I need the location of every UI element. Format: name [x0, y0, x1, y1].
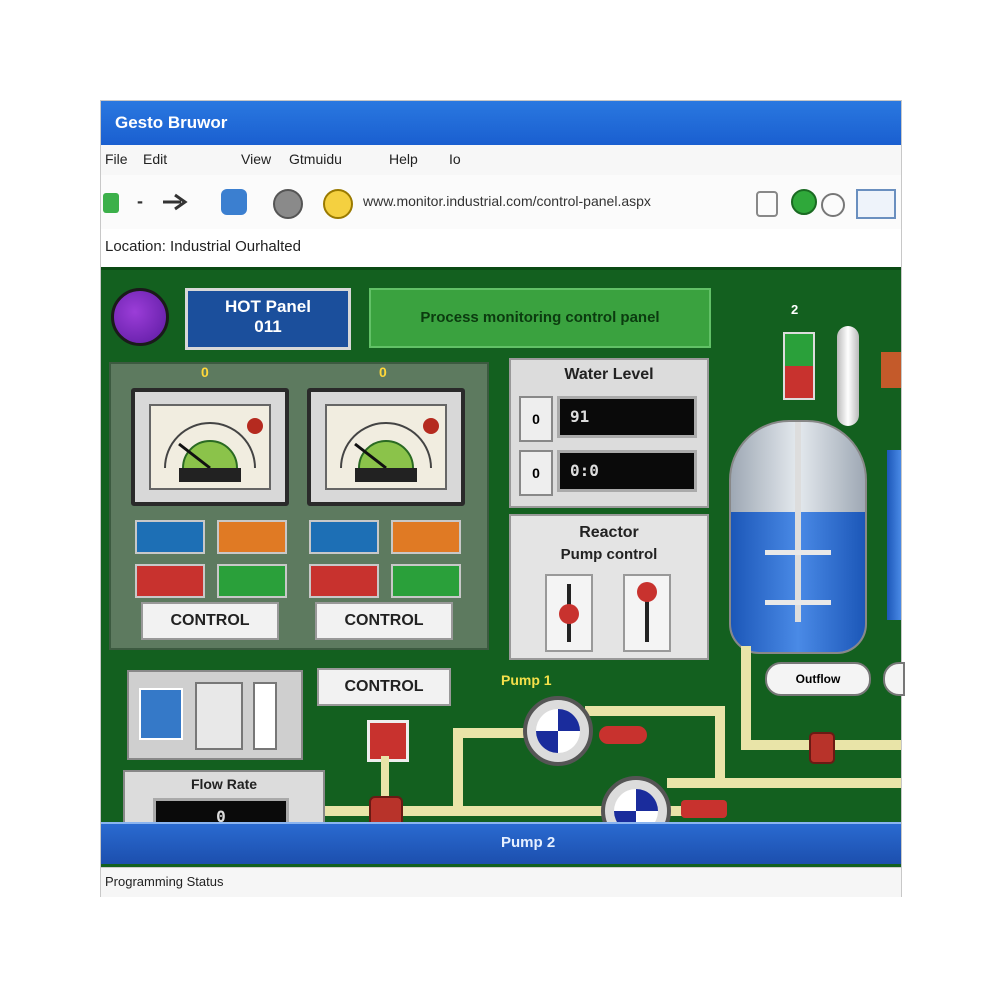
device-door-icon[interactable] [195, 682, 243, 750]
header-badge-line1: HOT Panel [225, 297, 311, 316]
back-button[interactable]: - [137, 191, 143, 212]
gauge-1-btn-green[interactable] [217, 564, 287, 598]
stop-icon[interactable] [273, 189, 303, 219]
flow-rate-title: Flow Rate [190, 776, 258, 792]
gauge-2 [307, 388, 465, 506]
gauge-2-face [325, 404, 447, 490]
gauge-1-btn-red[interactable] [135, 564, 205, 598]
status-bar: Programming Status [101, 867, 901, 897]
control-device [127, 670, 303, 760]
gauge-1-control-button[interactable]: CONTROL [141, 602, 279, 640]
water-level-panel: Water Level 0 91 0 0:0 [509, 358, 709, 508]
second-tank-edge [887, 450, 901, 620]
water-level-readout-2: 0:0 [557, 450, 697, 492]
menu-extra[interactable]: Io [449, 151, 461, 167]
pump-1-label: Pump 1 [501, 672, 552, 688]
gauge-2-btn-orange[interactable] [391, 520, 461, 554]
home-icon[interactable] [323, 189, 353, 219]
gauge-2-btn-blue[interactable] [309, 520, 379, 554]
tank-valve-indicator [783, 332, 815, 400]
back-arrow-icon[interactable] [103, 193, 119, 213]
status-lamp-icon [111, 288, 169, 346]
menu-view[interactable]: View [241, 151, 271, 167]
water-channel: Pump 2 [101, 822, 901, 864]
valve-right-icon[interactable] [809, 732, 835, 764]
gauge-1 [131, 388, 289, 506]
water-level-readout-1: 91 [557, 396, 697, 438]
storage-tank [729, 420, 867, 654]
forward-arrow-icon[interactable] [161, 191, 191, 213]
gauge-1-face [149, 404, 271, 490]
gauge-2-control-button[interactable]: CONTROL [315, 602, 453, 640]
pump-2-arrow-icon [681, 800, 727, 818]
pump-1-icon [536, 709, 580, 753]
location-text: Location: Industrial Ourhalted [105, 238, 301, 255]
water-level-tag-2: 0 [519, 450, 553, 496]
browser-window: Gesto Bruwor File Edit View Gtmuidu Help… [100, 100, 905, 897]
green-circle-icon[interactable] [791, 189, 817, 215]
side-indicator [881, 352, 901, 388]
menu-edit[interactable]: Edit [143, 151, 167, 167]
gauge-1-marker: 0 [201, 364, 209, 380]
window-title: Gesto Bruwor [115, 113, 228, 132]
gauge-1-btn-blue[interactable] [135, 520, 205, 554]
pump-1[interactable] [523, 696, 593, 766]
header-banner: Process monitoring control panel [369, 288, 711, 348]
gauge-2-btn-red[interactable] [309, 564, 379, 598]
menu-bar: File Edit View Gtmuidu Help Io [101, 145, 901, 176]
header-badge-line2: 011 [254, 317, 282, 336]
water-level-tag-1: 0 [519, 396, 553, 442]
control-label-button[interactable]: CONTROL [317, 668, 451, 706]
address-url[interactable]: www.monitor.industrial.com/control-panel… [363, 193, 763, 215]
gauge-2-btn-green[interactable] [391, 564, 461, 598]
sensor-probe-icon [837, 326, 859, 426]
reactor-lever-1[interactable] [545, 574, 593, 652]
pipe-vertical-left [453, 728, 463, 810]
pipe-upper-right [585, 706, 725, 716]
scada-panel: HOT Panel 011 Process monitoring control… [101, 267, 905, 870]
search-icon[interactable] [821, 193, 845, 217]
status-text: Programming Status [105, 874, 224, 889]
gauge-1-btn-orange[interactable] [217, 520, 287, 554]
reactor-title: Reactor [579, 524, 639, 541]
menu-tools[interactable]: Gtmuidu [289, 151, 342, 167]
pipe-tank-down [741, 646, 751, 746]
tank-top-label: 2 [791, 302, 799, 317]
menu-help[interactable]: Help [389, 151, 418, 167]
refresh-icon[interactable] [221, 189, 247, 215]
device-handle[interactable] [253, 682, 277, 750]
menu-file[interactable]: File [105, 151, 128, 167]
reactor-lever-2[interactable] [623, 574, 671, 652]
pipe-main-right [667, 778, 901, 788]
pipe-drop [715, 706, 725, 786]
title-bar: Gesto Bruwor [101, 101, 901, 145]
page-icon[interactable] [756, 191, 778, 217]
pump-1-arrow-icon [599, 726, 647, 744]
device-screen-icon [139, 688, 183, 740]
gauge-1-dial-icon [164, 418, 263, 482]
water-level-title: Water Level [564, 366, 654, 383]
go-button[interactable] [856, 189, 896, 219]
header-badge: HOT Panel 011 [185, 288, 351, 350]
reactor-panel: Reactor Pump control [509, 514, 709, 660]
gauge-2-marker: 0 [379, 364, 387, 380]
tank-outflow-label[interactable]: Outflow [765, 662, 871, 696]
tank-agitator-shaft [795, 422, 801, 622]
reactor-subtitle: Pump control [560, 546, 658, 563]
channel-label: Pump 2 [501, 834, 556, 851]
location-bar: Location: Industrial Ourhalted [101, 229, 901, 267]
toolbar: - www.monitor.industrial.com/control-pan… [101, 175, 901, 229]
second-outflow-label-edge [883, 662, 905, 696]
gauge-2-dial-icon [340, 418, 439, 482]
